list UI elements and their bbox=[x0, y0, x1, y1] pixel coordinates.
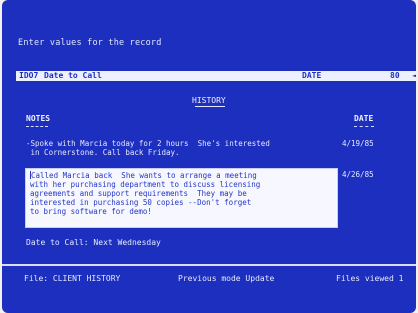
date-header-divider bbox=[354, 126, 374, 127]
terminal-screen: Enter values for the record IDO7 Date to… bbox=[2, 0, 416, 313]
note-entry-1[interactable]: -Spoke with Marcia today for 2 hours She… bbox=[26, 139, 270, 157]
field-type: DATE bbox=[302, 71, 322, 80]
field-end-value: 80 bbox=[390, 71, 400, 80]
history-title: HISTORY bbox=[192, 96, 226, 105]
note-date-2: 4/26/85 bbox=[342, 170, 374, 179]
status-file: File: CLIENT HISTORY bbox=[24, 274, 121, 283]
status-divider bbox=[2, 264, 416, 266]
notes-column-header: NOTES bbox=[26, 114, 51, 123]
history-title-underline bbox=[195, 106, 225, 107]
notes-header-divider bbox=[26, 126, 48, 127]
field-label: Date to Call bbox=[44, 71, 102, 80]
status-files-viewed: Files viewed 1 bbox=[336, 274, 404, 283]
field-input-bar[interactable]: IDO7 Date to Call DATE 80 ◄ bbox=[16, 71, 416, 81]
note-date-1: 4/19/85 bbox=[342, 139, 374, 148]
left-arrow-icon: ◄ bbox=[412, 71, 416, 80]
note-edit-field[interactable]: Called Marcia back She wants to arrange … bbox=[25, 168, 338, 228]
field-key: IDO7 bbox=[19, 71, 39, 80]
status-mode: Previous mode Update bbox=[178, 274, 275, 283]
date-to-call-value: Date to Call: Next Wednesday bbox=[26, 238, 161, 247]
note-entry-2: Called Marcia back She wants to arrange … bbox=[30, 171, 261, 216]
entry-prompt: Enter values for the record bbox=[18, 38, 162, 48]
date-column-header: DATE bbox=[354, 114, 374, 123]
